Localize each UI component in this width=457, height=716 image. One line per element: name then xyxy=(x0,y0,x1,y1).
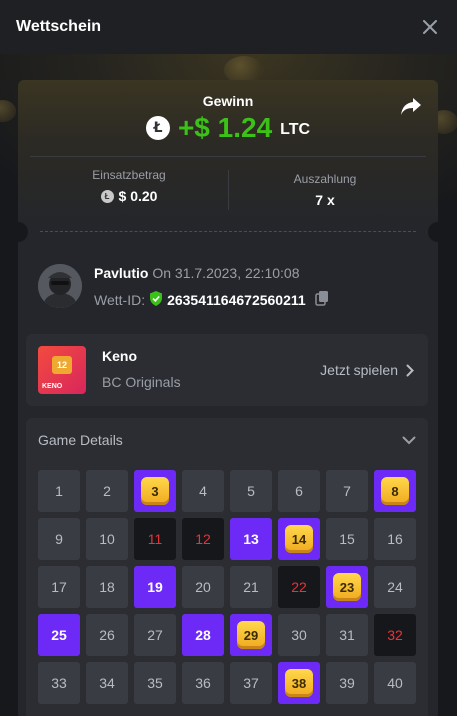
gem-icon: 23 xyxy=(333,573,361,601)
keno-cell-31: 31 xyxy=(326,614,368,656)
keno-cell-24: 24 xyxy=(374,566,416,608)
stat-divider xyxy=(228,170,229,210)
game-details-title: Game Details xyxy=(38,432,123,448)
win-label: Gewinn xyxy=(202,93,254,109)
modal-header: Wettschein xyxy=(0,0,457,54)
play-now-link[interactable]: Jetzt spielen xyxy=(320,362,414,378)
gem-icon: 8 xyxy=(381,477,409,505)
litecoin-small-icon: Ł xyxy=(100,189,114,203)
keno-board: 1 2 3 4 5 6 7 8 9 10 11 12 13 14 15 16 17 18 19 20 21 22 23 24 2… xyxy=(26,462,428,716)
keno-cell-34: 34 xyxy=(86,662,128,704)
keno-cell-11: 11 xyxy=(134,518,176,560)
bet-slip-card: Gewinn Ł +$ 1.24 LTC Einsatzbetrag Ł $ 0… xyxy=(18,80,438,716)
game-name: Keno xyxy=(102,348,137,364)
stake-stat: Einsatzbetrag Ł $ 0.20 xyxy=(34,168,224,204)
stake-value: $ 0.20 xyxy=(118,188,158,204)
keno-cell-5: 5 xyxy=(230,470,272,512)
keno-cell-13: 13 xyxy=(230,518,272,560)
keno-game-thumbnail: 12 KENO xyxy=(38,346,86,394)
keno-cell-30: 30 xyxy=(278,614,320,656)
keno-cell-6: 6 xyxy=(278,470,320,512)
keno-cell-18: 18 xyxy=(86,566,128,608)
gem-icon: 3 xyxy=(141,477,169,505)
keno-cell-23: 23 xyxy=(326,566,368,608)
chevron-right-icon xyxy=(406,364,414,376)
win-amount: +$ 1.24 xyxy=(177,112,273,143)
keno-cell-38: 38 xyxy=(278,662,320,704)
share-icon[interactable] xyxy=(400,96,422,116)
bet-id-label: Wett-ID: xyxy=(94,291,146,308)
bet-id-line: Wett-ID: 263541164672560211 xyxy=(94,290,330,309)
keno-cell-36: 36 xyxy=(182,662,224,704)
litecoin-icon: Ł xyxy=(145,116,170,140)
user-line: Pavlutio On 31.7.2023, 22:10:08 xyxy=(94,265,299,281)
keno-cell-19: 19 xyxy=(134,566,176,608)
modal-title: Wettschein xyxy=(16,18,102,35)
verified-shield-icon xyxy=(149,290,163,309)
ticket-notch-right xyxy=(428,222,438,242)
bet-date: On 31.7.2023, 22:10:08 xyxy=(152,265,300,281)
win-amount-row: Ł +$ 1.24 LTC xyxy=(18,112,438,144)
keno-cell-26: 26 xyxy=(86,614,128,656)
keno-cell-28: 28 xyxy=(182,614,224,656)
username[interactable]: Pavlutio xyxy=(94,265,148,281)
keno-cell-17: 17 xyxy=(38,566,80,608)
keno-cell-25: 25 xyxy=(38,614,80,656)
keno-cell-8: 8 xyxy=(374,470,416,512)
keno-cell-2: 2 xyxy=(86,470,128,512)
keno-cell-32: 32 xyxy=(374,614,416,656)
keno-cell-16: 16 xyxy=(374,518,416,560)
gem-icon: 29 xyxy=(237,621,265,649)
keno-cell-27: 27 xyxy=(134,614,176,656)
game-card[interactable]: 12 KENO Keno BC Originals Jetzt spielen xyxy=(26,334,428,406)
keno-cell-12: 12 xyxy=(182,518,224,560)
gem-icon: 38 xyxy=(285,669,313,697)
keno-cell-20: 20 xyxy=(182,566,224,608)
keno-cell-29: 29 xyxy=(230,614,272,656)
copy-icon[interactable] xyxy=(310,290,330,309)
gem-icon: 14 xyxy=(285,525,313,553)
ticket-perforation xyxy=(40,231,416,232)
keno-cell-37: 37 xyxy=(230,662,272,704)
win-currency: LTC xyxy=(280,121,311,138)
keno-cell-3: 3 xyxy=(134,470,176,512)
keno-cell-1: 1 xyxy=(38,470,80,512)
divider xyxy=(30,156,426,157)
keno-cell-7: 7 xyxy=(326,470,368,512)
payout-label: Auszahlung xyxy=(293,172,357,186)
keno-cell-10: 10 xyxy=(86,518,128,560)
keno-cell-33: 33 xyxy=(38,662,80,704)
keno-logo-text: KENO xyxy=(42,383,63,390)
payout-value: 7 x xyxy=(315,192,335,208)
chevron-down-icon xyxy=(402,436,416,444)
keno-cell-35: 35 xyxy=(134,662,176,704)
keno-cell-39: 39 xyxy=(326,662,368,704)
close-icon[interactable] xyxy=(419,16,441,38)
keno-cell-14: 14 xyxy=(278,518,320,560)
keno-cell-9: 9 xyxy=(38,518,80,560)
keno-cell-22: 22 xyxy=(278,566,320,608)
avatar[interactable] xyxy=(38,264,82,308)
game-provider: BC Originals xyxy=(102,374,181,390)
keno-cell-4: 4 xyxy=(182,470,224,512)
keno-cell-15: 15 xyxy=(326,518,368,560)
keno-cube-icon: 12 xyxy=(52,356,72,374)
keno-cell-21: 21 xyxy=(230,566,272,608)
keno-cell-40: 40 xyxy=(374,662,416,704)
play-now-label: Jetzt spielen xyxy=(320,362,398,378)
stake-label: Einsatzbetrag xyxy=(92,168,166,182)
game-details-toggle[interactable]: Game Details xyxy=(26,418,428,462)
stake-value-row: Ł $ 0.20 xyxy=(34,188,224,204)
bet-id: 263541164672560211 xyxy=(167,291,306,308)
payout-stat: Auszahlung 7 x xyxy=(230,172,420,208)
